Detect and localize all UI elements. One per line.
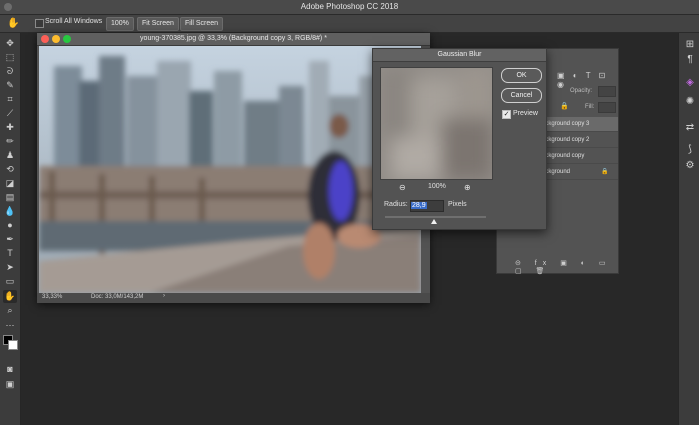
gradient-tool-icon[interactable]: ▤ [3, 191, 17, 204]
fit-screen-button[interactable]: Fit Screen [137, 17, 179, 31]
blur-preview[interactable] [380, 67, 493, 180]
status-menu-chevron-icon[interactable]: › [163, 293, 165, 299]
move-tool-icon[interactable]: ✥ [3, 37, 17, 50]
document-title-bar: young-370385.jpg @ 33,3% (Background cop… [37, 33, 430, 46]
hand-tool-icon[interactable]: ✋ [3, 290, 17, 303]
brush-panel-icon[interactable]: ⟆ [683, 143, 697, 157]
preview-label: Preview [513, 110, 538, 117]
color-panel-icon[interactable]: ◈ [683, 76, 697, 90]
layer-name: ackground copy 2 [542, 137, 590, 143]
zoom-out-icon[interactable]: ⊖ [399, 183, 406, 192]
path-selection-tool-icon[interactable]: ➤ [3, 261, 17, 274]
preview-checkbox[interactable]: ✓ [502, 110, 511, 119]
rectangle-tool-icon[interactable]: ▭ [3, 275, 17, 288]
fill-label: Fill: [585, 104, 595, 110]
document-status-bar: 33,33% Doc: 33,0M/143,2M › [37, 293, 430, 303]
photo-image [39, 46, 421, 293]
radius-label: Radius: [384, 201, 408, 208]
scroll-all-windows-checkbox[interactable] [35, 19, 44, 28]
document-title: young-370385.jpg @ 33,3% (Background cop… [140, 35, 327, 42]
panels-dock: ⊞ ¶ ◈ ✺ ⇄ ⟆ ⚙ [678, 33, 699, 425]
zoom-in-icon[interactable]: ⊕ [464, 183, 471, 192]
radius-input[interactable]: 28,9 [410, 200, 444, 212]
radius-slider-thumb[interactable] [431, 219, 438, 224]
status-doc-size: Doc: 33,0M/143,2M [91, 294, 144, 300]
healing-brush-tool-icon[interactable]: ✚ [3, 121, 17, 134]
opacity-label: Opacity: [570, 88, 593, 94]
lasso-tool-icon[interactable]: ᘐ [3, 65, 17, 78]
zoom-tool-icon[interactable]: ⌕ [3, 304, 17, 317]
clone-stamp-tool-icon[interactable]: ♟ [3, 149, 17, 162]
screen-mode-icon[interactable]: ▣ [3, 378, 17, 391]
options-bar: ✋ Scroll All Windows 100% Fit Screen Fil… [0, 15, 699, 33]
tools-panel: ✥ ⬚ ᘐ ✎ ⌗ ⟋ ✚ ✏ ♟ ⟲ ◪ ▤ 💧 ● ✒ T ➤ ▭ ✋ ⌕ … [0, 33, 21, 425]
adjustments-panel-icon[interactable]: ✺ [683, 95, 697, 109]
layer-lock-icon: 🔒 [601, 169, 609, 175]
ok-button[interactable]: OK [501, 68, 542, 83]
hand-tool-icon[interactable]: ✋ [7, 18, 19, 29]
type-tool-icon[interactable]: T [3, 247, 17, 260]
status-zoom: 33,33% [42, 294, 63, 300]
quick-mask-icon[interactable]: ◙ [3, 363, 17, 376]
zoom-100-button[interactable]: 100% [106, 17, 134, 31]
eraser-tool-icon[interactable]: ◪ [3, 177, 17, 190]
blur-preview-image [381, 68, 492, 179]
gaussian-blur-dialog: Gaussian Blur OK Cancel ✓ Preview ⊖ 100%… [372, 48, 547, 230]
fill-screen-button[interactable]: Fill Screen [180, 17, 224, 31]
radius-unit-label: Pixels [448, 201, 467, 208]
image-canvas[interactable] [39, 46, 421, 293]
brush-tool-icon[interactable]: ✏ [3, 135, 17, 148]
pen-tool-icon[interactable]: ✒ [3, 233, 17, 246]
app-title-bar: Adobe Photoshop CC 2018 [0, 0, 699, 15]
crop-tool-icon[interactable]: ⌗ [3, 93, 17, 106]
more-tools-icon[interactable]: ⋯ [3, 319, 17, 332]
opacity-field[interactable] [598, 86, 616, 97]
radius-value: 28,9 [411, 202, 427, 209]
dialog-title: Gaussian Blur [373, 49, 546, 62]
preview-zoom-value: 100% [428, 183, 446, 190]
eyedropper-tool-icon[interactable]: ⟋ [3, 107, 17, 120]
lock-icon[interactable]: 🔒 [560, 102, 569, 110]
tool-presets-icon[interactable]: ⚙ [683, 159, 697, 173]
app-title: Adobe Photoshop CC 2018 [300, 2, 399, 11]
history-brush-tool-icon[interactable]: ⟲ [3, 163, 17, 176]
layers-footer-icons[interactable]: ⊝ fx ▣ ◐ ▭ ▢ 🗑 [515, 259, 618, 275]
marquee-tool-icon[interactable]: ⬚ [3, 51, 17, 64]
paragraph-panel-icon[interactable]: ¶ [683, 53, 697, 67]
fill-field[interactable] [598, 102, 616, 113]
dodge-tool-icon[interactable]: ● [3, 219, 17, 232]
history-panel-icon[interactable]: ⊞ [683, 38, 697, 52]
layer-name: ackground copy [542, 153, 585, 159]
background-color-swatch[interactable] [8, 340, 18, 350]
scroll-all-windows-label: Scroll All Windows [45, 18, 103, 25]
blur-tool-icon[interactable]: 💧 [3, 205, 17, 218]
properties-panel-icon[interactable]: ⇄ [683, 121, 697, 135]
layer-name: ackground copy 3 [542, 121, 590, 127]
cancel-button[interactable]: Cancel [501, 88, 542, 103]
quick-select-tool-icon[interactable]: ✎ [3, 79, 17, 92]
radius-slider-track[interactable] [385, 216, 486, 218]
